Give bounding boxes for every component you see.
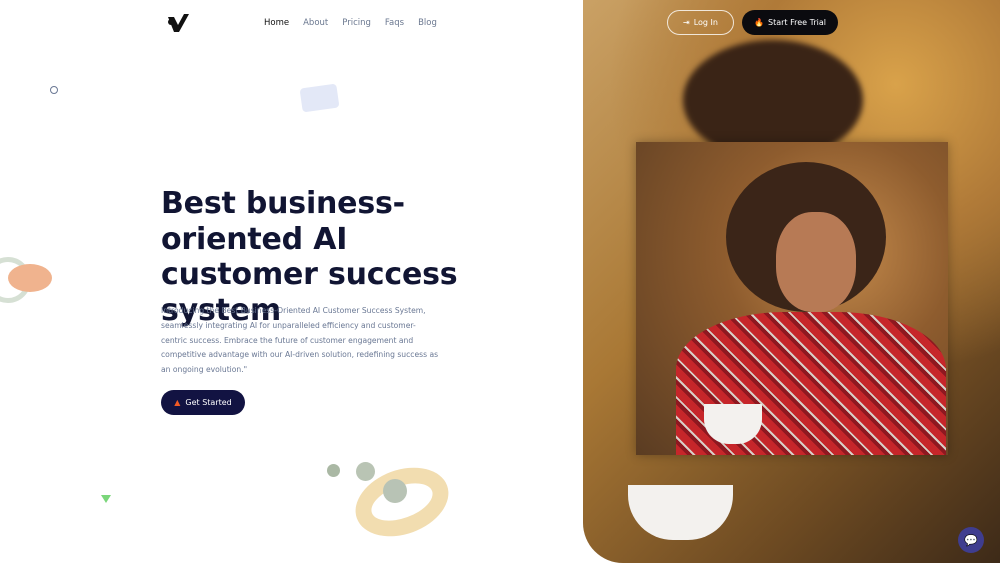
nav-about[interactable]: About [303, 18, 328, 28]
circle-decoration [50, 86, 58, 94]
sphere-decoration [383, 479, 407, 503]
sphere-decoration [327, 464, 340, 477]
start-trial-button[interactable]: 🔥 Start Free Trial [742, 10, 838, 35]
sphere-decoration [356, 462, 375, 481]
photo-cup [628, 485, 733, 540]
nav-home[interactable]: Home [264, 18, 289, 28]
nav-faqs[interactable]: Faqs [385, 18, 404, 28]
triangle-decoration [101, 495, 111, 503]
login-icon: ⇥ [683, 18, 690, 27]
get-started-button[interactable]: ▲ Get Started [161, 390, 245, 415]
disc-decoration [8, 264, 52, 292]
cta-label: Get Started [185, 398, 232, 407]
logo-icon[interactable] [167, 13, 189, 33]
login-label: Log In [693, 18, 718, 27]
chat-icon: 💬 [964, 533, 978, 547]
hero-photo-inset [636, 142, 948, 455]
fire-icon: ▲ [174, 398, 181, 407]
hero-photo [583, 0, 1000, 563]
chat-bubble-decoration [299, 83, 340, 113]
nav-pricing[interactable]: Pricing [342, 18, 371, 28]
fire-icon: 🔥 [754, 18, 764, 27]
chat-widget-button[interactable]: 💬 [958, 527, 984, 553]
hero-description: Introducing the Best Business-Oriented A… [161, 306, 439, 375]
main-nav: Home About Pricing Faqs Blog [264, 18, 437, 28]
login-button[interactable]: ⇥ Log In [667, 10, 734, 35]
nav-blog[interactable]: Blog [418, 18, 437, 28]
photo-face [776, 212, 856, 312]
trial-label: Start Free Trial [768, 18, 826, 27]
